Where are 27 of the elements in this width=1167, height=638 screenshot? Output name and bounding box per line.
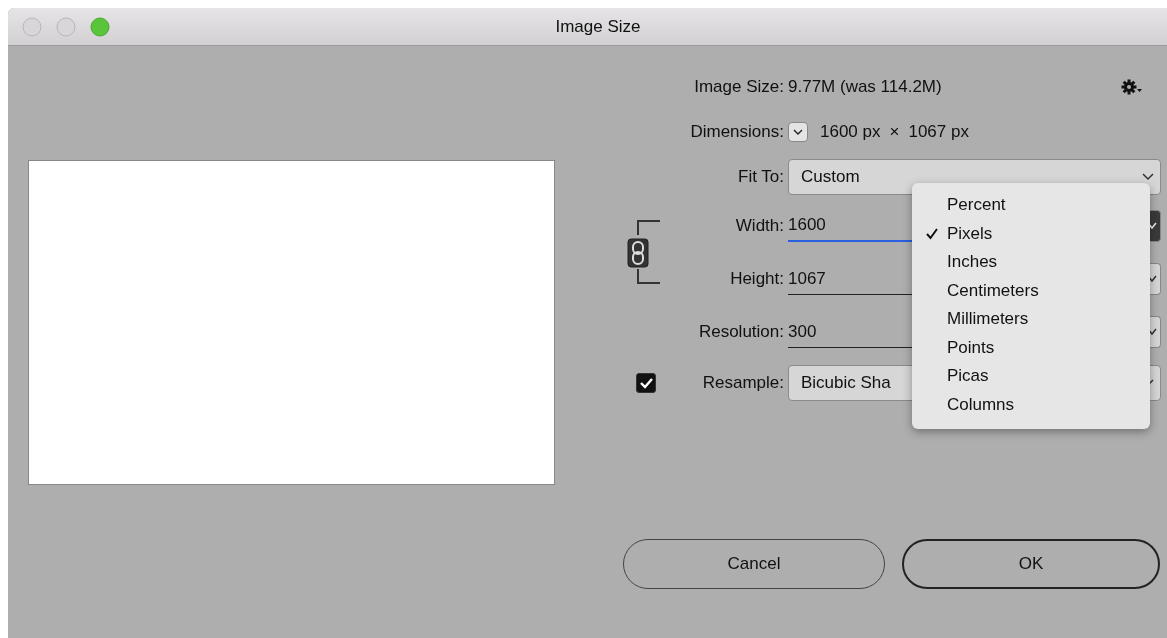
dimensions-unit-button[interactable] bbox=[788, 122, 808, 142]
menu-item[interactable]: Inches bbox=[912, 248, 1150, 277]
menu-item[interactable]: Centimeters bbox=[912, 276, 1150, 305]
field-label: Dimensions: bbox=[690, 122, 785, 142]
field-label: Width: bbox=[735, 216, 785, 236]
caret-icon bbox=[793, 129, 803, 135]
menu-item[interactable]: Millimeters bbox=[912, 305, 1150, 334]
settings-icon[interactable] bbox=[1121, 79, 1143, 95]
chevron-icon bbox=[1142, 173, 1154, 181]
field-value: 9.77M (was 114.2M) bbox=[788, 77, 942, 97]
field-label: Resolution: bbox=[698, 322, 785, 342]
window-title: Image Size bbox=[555, 16, 641, 37]
field-label: Image Size: bbox=[694, 77, 785, 97]
field-label: Fit To: bbox=[738, 167, 785, 187]
menu-item[interactable]: Points bbox=[912, 333, 1150, 362]
field-value: 1600 px bbox=[820, 122, 881, 142]
field-value: 1067 px bbox=[908, 122, 969, 142]
field-label: Resample: bbox=[702, 373, 785, 393]
field-label: Height: bbox=[730, 269, 785, 289]
menu-item[interactable]: Picas bbox=[912, 362, 1150, 391]
resample-checkbox[interactable] bbox=[636, 373, 656, 393]
menu-item[interactable]: Pixels bbox=[912, 219, 1150, 248]
checkmark-icon bbox=[639, 377, 653, 389]
cancel-button[interactable]: Cancel bbox=[623, 539, 885, 589]
menu-item[interactable]: Columns bbox=[912, 390, 1150, 419]
ok-button[interactable]: OK bbox=[902, 539, 1160, 589]
times-sign: × bbox=[889, 122, 900, 142]
